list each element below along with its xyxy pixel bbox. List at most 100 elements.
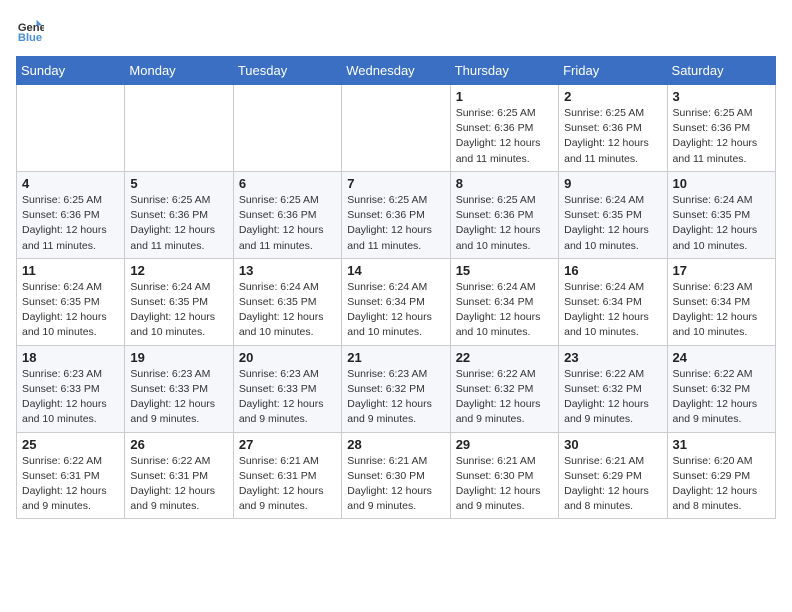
calendar-cell: 10Sunrise: 6:24 AM Sunset: 6:35 PM Dayli… bbox=[667, 171, 775, 258]
day-info: Sunrise: 6:25 AM Sunset: 6:36 PM Dayligh… bbox=[456, 193, 553, 254]
day-info: Sunrise: 6:25 AM Sunset: 6:36 PM Dayligh… bbox=[456, 106, 553, 167]
day-info: Sunrise: 6:24 AM Sunset: 6:34 PM Dayligh… bbox=[456, 280, 553, 341]
day-number: 9 bbox=[564, 176, 661, 191]
day-info: Sunrise: 6:23 AM Sunset: 6:33 PM Dayligh… bbox=[22, 367, 119, 428]
day-number: 16 bbox=[564, 263, 661, 278]
day-number: 22 bbox=[456, 350, 553, 365]
logo: General Blue bbox=[16, 16, 48, 44]
calendar-cell bbox=[125, 85, 233, 172]
calendar-cell: 9 Sunrise: 6:24 AM Sunset: 6:35 PM Daylig… bbox=[559, 171, 667, 258]
col-header-sunday: Sunday bbox=[17, 57, 125, 85]
col-header-thursday: Thursday bbox=[450, 57, 558, 85]
day-number: 4 bbox=[22, 176, 119, 191]
calendar-cell: 21Sunrise: 6:23 AM Sunset: 6:32 PM Dayli… bbox=[342, 345, 450, 432]
day-info: Sunrise: 6:24 AM Sunset: 6:35 PM Dayligh… bbox=[239, 280, 336, 341]
calendar-cell: 29 Sunrise: 6:21 AM Sunset: 6:30 PM Dayli… bbox=[450, 432, 558, 519]
calendar-week-5: 25 Sunrise: 6:22 AM Sunset: 6:31 PM Dayli… bbox=[17, 432, 776, 519]
day-number: 13 bbox=[239, 263, 336, 278]
day-info: Sunrise: 6:24 AM Sunset: 6:34 PM Dayligh… bbox=[347, 280, 444, 341]
day-info: Sunrise: 6:22 AM Sunset: 6:32 PM Dayligh… bbox=[564, 367, 661, 428]
day-info: Sunrise: 6:22 AM Sunset: 6:31 PM Dayligh… bbox=[130, 454, 227, 515]
day-info: Sunrise: 6:25 AM Sunset: 6:36 PM Dayligh… bbox=[22, 193, 119, 254]
day-info: Sunrise: 6:23 AM Sunset: 6:32 PM Dayligh… bbox=[347, 367, 444, 428]
day-info: Sunrise: 6:23 AM Sunset: 6:33 PM Dayligh… bbox=[239, 367, 336, 428]
calendar-week-1: 1 Sunrise: 6:25 AM Sunset: 6:36 PM Daylig… bbox=[17, 85, 776, 172]
calendar-cell: 2 Sunrise: 6:25 AM Sunset: 6:36 PM Daylig… bbox=[559, 85, 667, 172]
calendar-cell: 4 Sunrise: 6:25 AM Sunset: 6:36 PM Daylig… bbox=[17, 171, 125, 258]
day-info: Sunrise: 6:21 AM Sunset: 6:31 PM Dayligh… bbox=[239, 454, 336, 515]
day-number: 20 bbox=[239, 350, 336, 365]
day-info: Sunrise: 6:21 AM Sunset: 6:30 PM Dayligh… bbox=[347, 454, 444, 515]
calendar-week-3: 11Sunrise: 6:24 AM Sunset: 6:35 PM Dayli… bbox=[17, 258, 776, 345]
day-info: Sunrise: 6:21 AM Sunset: 6:30 PM Dayligh… bbox=[456, 454, 553, 515]
day-number: 27 bbox=[239, 437, 336, 452]
col-header-monday: Monday bbox=[125, 57, 233, 85]
calendar-cell: 3Sunrise: 6:25 AM Sunset: 6:36 PM Daylig… bbox=[667, 85, 775, 172]
calendar-table: SundayMondayTuesdayWednesdayThursdayFrid… bbox=[16, 56, 776, 519]
calendar-week-4: 18 Sunrise: 6:23 AM Sunset: 6:33 PM Dayli… bbox=[17, 345, 776, 432]
day-info: Sunrise: 6:22 AM Sunset: 6:32 PM Dayligh… bbox=[673, 367, 770, 428]
calendar-cell: 17Sunrise: 6:23 AM Sunset: 6:34 PM Dayli… bbox=[667, 258, 775, 345]
calendar-cell: 18 Sunrise: 6:23 AM Sunset: 6:33 PM Dayli… bbox=[17, 345, 125, 432]
calendar-cell: 15 Sunrise: 6:24 AM Sunset: 6:34 PM Dayli… bbox=[450, 258, 558, 345]
day-number: 7 bbox=[347, 176, 444, 191]
day-number: 1 bbox=[456, 89, 553, 104]
day-number: 29 bbox=[456, 437, 553, 452]
day-number: 23 bbox=[564, 350, 661, 365]
day-number: 5 bbox=[130, 176, 227, 191]
day-number: 30 bbox=[564, 437, 661, 452]
day-number: 31 bbox=[673, 437, 770, 452]
calendar-cell: 24Sunrise: 6:22 AM Sunset: 6:32 PM Dayli… bbox=[667, 345, 775, 432]
day-info: Sunrise: 6:24 AM Sunset: 6:35 PM Dayligh… bbox=[130, 280, 227, 341]
calendar-cell: 28 Sunrise: 6:21 AM Sunset: 6:30 PM Dayli… bbox=[342, 432, 450, 519]
day-info: Sunrise: 6:24 AM Sunset: 6:35 PM Dayligh… bbox=[564, 193, 661, 254]
calendar-cell: 11Sunrise: 6:24 AM Sunset: 6:35 PM Dayli… bbox=[17, 258, 125, 345]
calendar-cell: 25 Sunrise: 6:22 AM Sunset: 6:31 PM Dayli… bbox=[17, 432, 125, 519]
calendar-cell: 16 Sunrise: 6:24 AM Sunset: 6:34 PM Dayli… bbox=[559, 258, 667, 345]
calendar-cell bbox=[233, 85, 341, 172]
day-number: 28 bbox=[347, 437, 444, 452]
calendar-cell: 23 Sunrise: 6:22 AM Sunset: 6:32 PM Dayli… bbox=[559, 345, 667, 432]
col-header-tuesday: Tuesday bbox=[233, 57, 341, 85]
col-header-wednesday: Wednesday bbox=[342, 57, 450, 85]
calendar-cell: 13 Sunrise: 6:24 AM Sunset: 6:35 PM Dayli… bbox=[233, 258, 341, 345]
day-number: 12 bbox=[130, 263, 227, 278]
day-info: Sunrise: 6:25 AM Sunset: 6:36 PM Dayligh… bbox=[564, 106, 661, 167]
day-number: 15 bbox=[456, 263, 553, 278]
day-number: 18 bbox=[22, 350, 119, 365]
calendar-cell bbox=[342, 85, 450, 172]
page-header: General Blue bbox=[16, 16, 776, 44]
calendar-week-2: 4 Sunrise: 6:25 AM Sunset: 6:36 PM Daylig… bbox=[17, 171, 776, 258]
day-number: 26 bbox=[130, 437, 227, 452]
calendar-cell: 12 Sunrise: 6:24 AM Sunset: 6:35 PM Dayli… bbox=[125, 258, 233, 345]
day-number: 14 bbox=[347, 263, 444, 278]
calendar-cell: 22 Sunrise: 6:22 AM Sunset: 6:32 PM Dayli… bbox=[450, 345, 558, 432]
col-header-friday: Friday bbox=[559, 57, 667, 85]
day-info: Sunrise: 6:25 AM Sunset: 6:36 PM Dayligh… bbox=[347, 193, 444, 254]
day-info: Sunrise: 6:22 AM Sunset: 6:32 PM Dayligh… bbox=[456, 367, 553, 428]
day-number: 8 bbox=[456, 176, 553, 191]
day-number: 3 bbox=[673, 89, 770, 104]
calendar-header-row: SundayMondayTuesdayWednesdayThursdayFrid… bbox=[17, 57, 776, 85]
calendar-cell: 26 Sunrise: 6:22 AM Sunset: 6:31 PM Dayli… bbox=[125, 432, 233, 519]
day-info: Sunrise: 6:20 AM Sunset: 6:29 PM Dayligh… bbox=[673, 454, 770, 515]
day-info: Sunrise: 6:24 AM Sunset: 6:34 PM Dayligh… bbox=[564, 280, 661, 341]
day-number: 6 bbox=[239, 176, 336, 191]
day-info: Sunrise: 6:25 AM Sunset: 6:36 PM Dayligh… bbox=[130, 193, 227, 254]
calendar-cell: 27 Sunrise: 6:21 AM Sunset: 6:31 PM Dayli… bbox=[233, 432, 341, 519]
day-info: Sunrise: 6:24 AM Sunset: 6:35 PM Dayligh… bbox=[673, 193, 770, 254]
day-number: 17 bbox=[673, 263, 770, 278]
calendar-cell: 31 Sunrise: 6:20 AM Sunset: 6:29 PM Dayli… bbox=[667, 432, 775, 519]
day-info: Sunrise: 6:22 AM Sunset: 6:31 PM Dayligh… bbox=[22, 454, 119, 515]
calendar-cell: 8 Sunrise: 6:25 AM Sunset: 6:36 PM Daylig… bbox=[450, 171, 558, 258]
col-header-saturday: Saturday bbox=[667, 57, 775, 85]
day-info: Sunrise: 6:21 AM Sunset: 6:29 PM Dayligh… bbox=[564, 454, 661, 515]
calendar-cell: 30 Sunrise: 6:21 AM Sunset: 6:29 PM Dayli… bbox=[559, 432, 667, 519]
calendar-cell: 5 Sunrise: 6:25 AM Sunset: 6:36 PM Daylig… bbox=[125, 171, 233, 258]
calendar-cell: 6 Sunrise: 6:25 AM Sunset: 6:36 PM Daylig… bbox=[233, 171, 341, 258]
calendar-cell: 20 Sunrise: 6:23 AM Sunset: 6:33 PM Dayli… bbox=[233, 345, 341, 432]
day-number: 25 bbox=[22, 437, 119, 452]
svg-text:Blue: Blue bbox=[18, 32, 42, 44]
day-info: Sunrise: 6:25 AM Sunset: 6:36 PM Dayligh… bbox=[239, 193, 336, 254]
day-number: 2 bbox=[564, 89, 661, 104]
